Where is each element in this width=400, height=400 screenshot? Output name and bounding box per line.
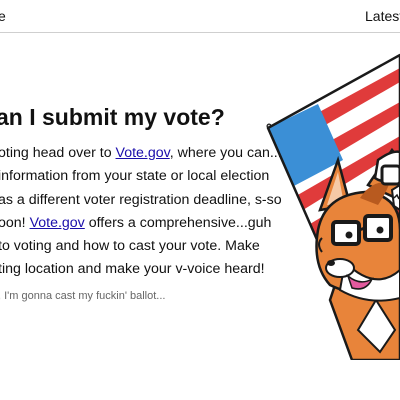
body-line-3: as a different voter registration deadli… — [0, 191, 282, 208]
body-text-segment: offers a comprehensive...guh — [84, 214, 272, 231]
body-line-6: ting location and make your v-voice hear… — [0, 261, 265, 278]
body-line-5: to voting and how to cast your vote. Mak… — [0, 238, 260, 255]
flag-mascot-icon — [266, 53, 400, 360]
body-text-segment: oting head over to — [0, 145, 116, 161]
body-line-4: oon! Vote.gov offers a comprehensive...g… — [0, 212, 273, 235]
nav-latest-link[interactable]: Latest — [365, 8, 400, 24]
top-nav-bar: e Latest — [0, 0, 400, 33]
vote-gov-link[interactable]: Vote.gov — [116, 145, 170, 161]
image-caption: , I'm gonna cast my fuckin' ballot... — [0, 290, 166, 302]
body-line-1: oting head over to Vote.gov, where you c… — [0, 142, 282, 165]
body-text-segment: oon! — [0, 214, 30, 231]
article-body: oting head over to Vote.gov, where you c… — [0, 142, 282, 282]
vote-gov-link-2[interactable]: Vote.gov — [30, 215, 85, 231]
site-title-fragment[interactable]: e — [0, 8, 6, 24]
body-line-2: information from your state or local ele… — [0, 168, 270, 185]
page: e Latest an I submit my vote? oting head… — [0, 0, 400, 400]
article-heading: an I submit my vote? — [0, 104, 225, 130]
